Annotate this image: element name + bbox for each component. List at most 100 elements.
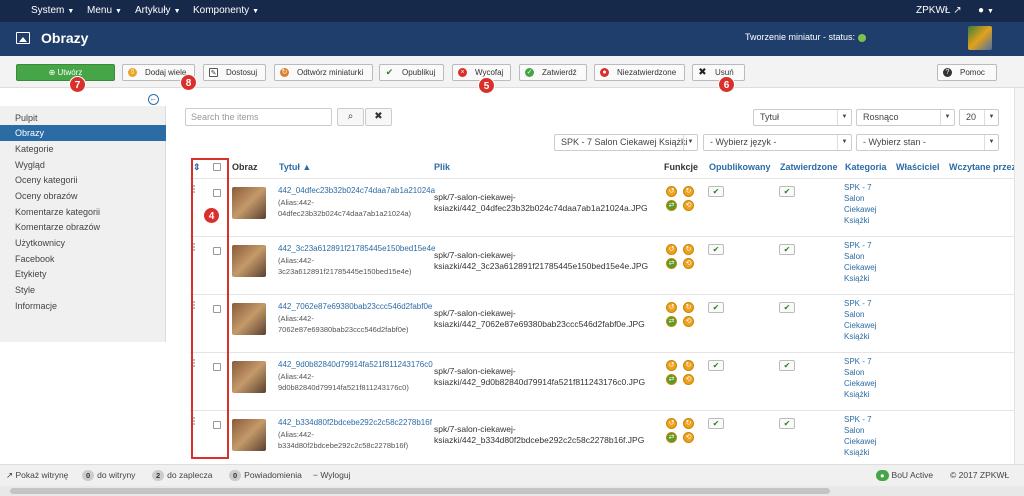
column-header-approved[interactable]: Zatwierdzone: [780, 162, 838, 172]
rotate-right-icon[interactable]: ↻: [683, 418, 694, 429]
sidebar-item-category-ratings[interactable]: Oceny kategorii: [0, 172, 166, 188]
approved-toggle[interactable]: ✔: [779, 302, 795, 313]
approve-button[interactable]: ✓ Zatwierdź: [519, 64, 587, 81]
category-link[interactable]: SPK - 7 Salon Ciekawej Książki: [844, 356, 876, 400]
published-toggle[interactable]: ✔: [708, 418, 724, 429]
column-header-file[interactable]: Plik: [434, 162, 450, 172]
menu-articles[interactable]: Artykuły ▼: [135, 5, 181, 16]
sidebar-item-users[interactable]: Użytkownicy: [0, 235, 166, 251]
sidebar-item-tags[interactable]: Etykiety: [0, 266, 166, 282]
flip-icon[interactable]: ⇄: [666, 316, 677, 327]
sidebar-item-images[interactable]: Obrazy: [0, 125, 166, 141]
user-menu[interactable]: ● ▼: [978, 5, 994, 16]
reset-icon[interactable]: ⟲: [683, 258, 694, 269]
sidebar-item-facebook[interactable]: Facebook: [0, 251, 166, 267]
sidebar-collapse-icon[interactable]: ←: [148, 94, 159, 105]
sort-field-select[interactable]: Tytuł ▼: [753, 109, 852, 126]
flip-icon[interactable]: ⇄: [666, 200, 677, 211]
path-line: ksiazki/442_7062e87e69380bab23ccc546d2fa…: [434, 319, 645, 329]
approved-toggle[interactable]: ✔: [779, 244, 795, 255]
toolbar: ⊕ Utwórz ⇧ Dodaj wiele ✎ Dostosuj ↻ Odtwórz…: [0, 56, 1024, 88]
sidebar-item-information[interactable]: Informacje: [0, 298, 166, 314]
sort-direction-select[interactable]: Rosnąco ▼: [856, 109, 955, 126]
rotate-left-icon[interactable]: ↺: [666, 360, 677, 371]
category-filter-select[interactable]: SPK - 7 Salon Ciekawej Książki ▼: [554, 134, 698, 151]
file-path: spk/7-salon-ciekawej-ksiazki/442_7062e87…: [434, 308, 645, 330]
column-header-category[interactable]: Kategoria: [845, 162, 887, 172]
image-title-link[interactable]: 442_b334d80f2bdcebe292c2c58c2278b16f: [278, 418, 432, 427]
sidebar-item-dashboard[interactable]: Pulpit: [0, 110, 166, 126]
search-input[interactable]: Search the items: [185, 108, 332, 126]
publish-button[interactable]: ✔ Opublikuj: [379, 64, 444, 81]
sidebar-item-categories[interactable]: Kategorie: [0, 141, 166, 157]
column-header-uploaded-by[interactable]: Wczytane przez: [949, 162, 1016, 172]
image-thumbnail[interactable]: [232, 361, 266, 393]
rebuild-thumbnails-button[interactable]: ↻ Odtwórz miniaturki: [274, 64, 373, 81]
category-link[interactable]: SPK - 7 Salon Ciekawej Książki: [844, 298, 876, 342]
view-site-link[interactable]: ↗ Pokaż witrynę: [6, 470, 68, 481]
flip-icon[interactable]: ⇄: [666, 432, 677, 443]
image-thumbnail[interactable]: [232, 187, 266, 219]
notifications-link[interactable]: 0 Powiadomienia: [229, 470, 302, 481]
sidebar-item-appearance[interactable]: Wygląd: [0, 157, 166, 173]
image-title-link[interactable]: 442_3c23a612891f21785445e150bed15e4e: [278, 244, 436, 253]
menu-components[interactable]: Komponenty ▼: [193, 5, 259, 16]
image-title-link[interactable]: 442_9d0b82840d79914fa521f811243176c0: [278, 360, 433, 369]
reset-icon[interactable]: ⟲: [683, 432, 694, 443]
rotate-left-icon[interactable]: ↺: [666, 186, 677, 197]
search-button[interactable]: ⌕: [337, 108, 364, 126]
language-filter-select[interactable]: - Wybierz język - ▼: [703, 134, 852, 151]
approved-toggle[interactable]: ✔: [779, 418, 795, 429]
rotate-right-icon[interactable]: ↻: [683, 360, 694, 371]
column-header-title[interactable]: Tytuł ▲: [279, 162, 311, 172]
reset-icon[interactable]: ⟲: [683, 374, 694, 385]
unapproved-button[interactable]: ● Niezatwierdzone: [594, 64, 685, 81]
sidebar-item-image-comments[interactable]: Komentarze obrazów: [0, 219, 166, 235]
reset-icon[interactable]: ⟲: [683, 200, 694, 211]
approved-toggle[interactable]: ✔: [779, 360, 795, 371]
sidebar-item-image-ratings[interactable]: Oceny obrazów: [0, 188, 166, 204]
rotate-right-icon[interactable]: ↻: [683, 302, 694, 313]
category-link[interactable]: SPK - 7 Salon Ciekawej Książki: [844, 182, 876, 226]
flip-icon[interactable]: ⇄: [666, 258, 677, 269]
state-filter-select[interactable]: - Wybierz stan - ▼: [856, 134, 999, 151]
image-thumbnail[interactable]: [232, 245, 266, 277]
limit-select[interactable]: 20 ▼: [959, 109, 999, 126]
column-header-published[interactable]: Opublikowany: [709, 162, 771, 172]
scrollbar-thumb[interactable]: [10, 488, 830, 494]
help-button[interactable]: ? Pomoc: [937, 64, 997, 81]
menu-system[interactable]: System ▼: [31, 5, 74, 16]
vertical-scrollbar[interactable]: [1014, 88, 1024, 464]
rotate-right-icon[interactable]: ↻: [683, 186, 694, 197]
image-thumbnail[interactable]: [232, 419, 266, 451]
logout-link[interactable]: − Wyloguj: [313, 470, 351, 480]
rotate-right-icon[interactable]: ↻: [683, 244, 694, 255]
clear-search-button[interactable]: ✖: [365, 108, 392, 126]
category-link[interactable]: SPK - 7 Salon Ciekawej Książki: [844, 240, 876, 284]
category-line: Książki: [844, 390, 870, 399]
alias-line: (Alias:442-: [278, 314, 314, 323]
image-title-link[interactable]: 442_04dfec23b32b024c74daa7ab1a21024a: [278, 186, 435, 195]
published-toggle[interactable]: ✔: [708, 302, 724, 313]
reset-icon[interactable]: ⟲: [683, 316, 694, 327]
create-button[interactable]: ⊕ Utwórz: [16, 64, 115, 81]
rotate-left-icon[interactable]: ↺: [666, 418, 677, 429]
rotate-left-icon[interactable]: ↺: [666, 302, 677, 313]
rotate-left-icon[interactable]: ↺: [666, 244, 677, 255]
delete-button[interactable]: ✖ Usuń: [692, 64, 745, 81]
horizontal-scrollbar[interactable]: [0, 486, 1024, 496]
image-thumbnail[interactable]: [232, 303, 266, 335]
category-link[interactable]: SPK - 7 Salon Ciekawej Książki: [844, 414, 876, 458]
flip-icon[interactable]: ⇄: [666, 374, 677, 385]
adjust-button[interactable]: ✎ Dostosuj: [203, 64, 266, 81]
image-title-link[interactable]: 442_7062e87e69380bab23ccc546d2fabf0e: [278, 302, 432, 311]
published-toggle[interactable]: ✔: [708, 186, 724, 197]
approved-toggle[interactable]: ✔: [779, 186, 795, 197]
site-link[interactable]: ZPKWŁ ↗: [916, 5, 962, 16]
published-toggle[interactable]: ✔: [708, 360, 724, 371]
sidebar-item-styles[interactable]: Style: [0, 282, 166, 298]
column-header-owner[interactable]: Właściciel: [896, 162, 940, 172]
sidebar-item-category-comments[interactable]: Komentarze kategorii: [0, 204, 166, 220]
published-toggle[interactable]: ✔: [708, 244, 724, 255]
menu-menu[interactable]: Menu ▼: [87, 5, 122, 16]
